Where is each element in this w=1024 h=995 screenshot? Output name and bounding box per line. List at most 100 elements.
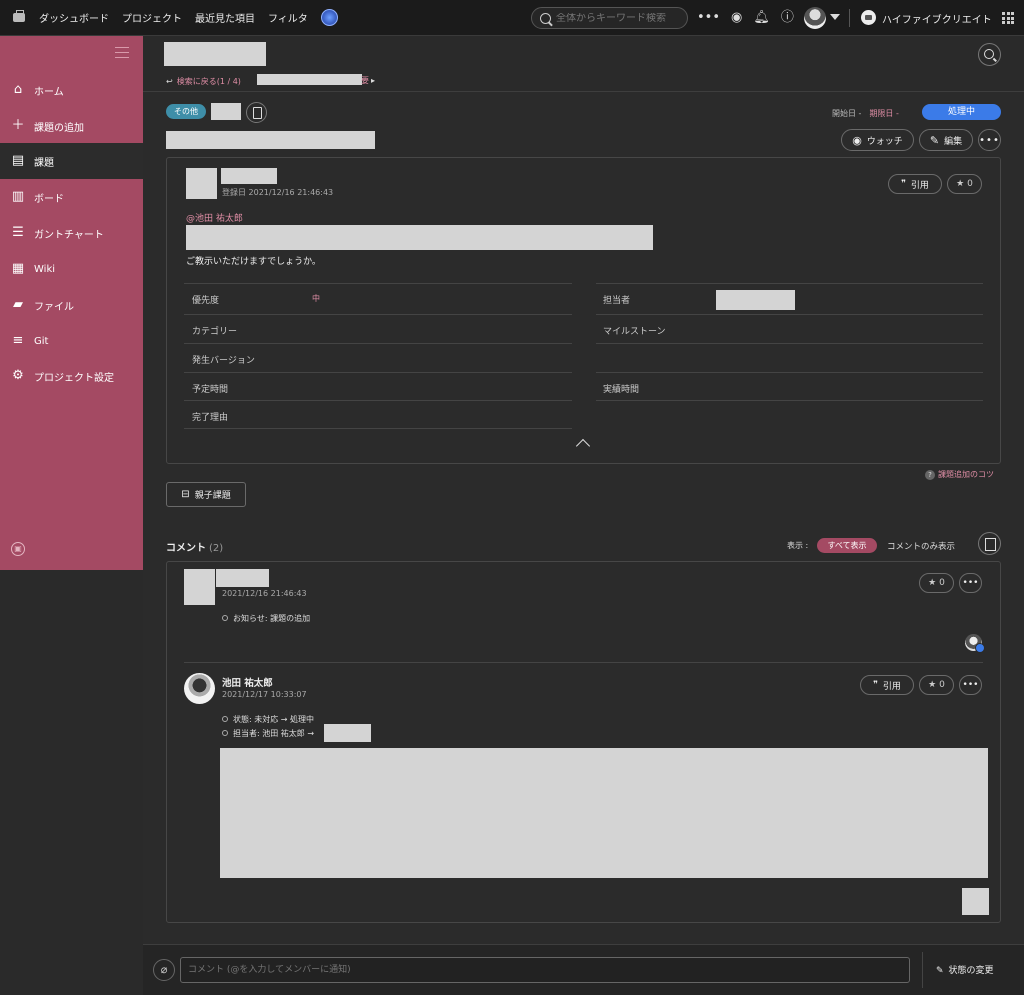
show-comments-only-toggle[interactable]: コメントのみ表示 <box>887 540 955 552</box>
comment-divider <box>184 662 983 663</box>
sidebar-item-label: ファイル <box>34 301 74 313</box>
attr-key: 担当者 <box>603 296 631 306</box>
plus-icon: ＋ <box>11 118 25 133</box>
comment-date: 2021/12/16 21:46:43 <box>222 589 307 598</box>
watch-button[interactable]: ◉ ウォッチ <box>841 129 914 151</box>
nav-dashboard[interactable]: ダッシュボード <box>39 10 109 25</box>
comment-more-button[interactable]: ••• <box>959 573 982 593</box>
search-icon[interactable] <box>978 43 1001 66</box>
attr-milestone: マイルストーン <box>596 314 983 343</box>
edit-button[interactable]: ✎ 編集 <box>919 129 973 151</box>
comment-change-note: お知らせ: 課題の追加 <box>222 613 310 624</box>
description-text: ご教示いただけますでしょうか。 <box>186 257 321 267</box>
sidebar-item-board[interactable]: ▥ ボード <box>0 179 143 215</box>
status-badge[interactable]: 処理中 <box>922 104 1001 120</box>
attr-resolution: 完了理由 <box>184 400 572 429</box>
caret-down-icon[interactable] <box>830 14 840 20</box>
star-icon: ★ <box>928 680 937 690</box>
space-icon[interactable] <box>861 10 876 25</box>
gantt-icon: ☰ <box>12 225 24 240</box>
global-search[interactable] <box>531 7 688 29</box>
globe-icon[interactable] <box>320 9 338 26</box>
mention[interactable]: @池田 祐太郎 <box>186 211 243 224</box>
home-icon: ⌂ <box>13 82 23 97</box>
comments-title: コメント (2) <box>166 539 223 554</box>
note-text: 担当者: 池田 祐太郎 → <box>233 729 315 738</box>
space-name[interactable]: ハイファイブクリエイト <box>882 11 992 26</box>
nav-filter[interactable]: フィルタ <box>268 10 308 25</box>
note-text: お知らせ: 課題の追加 <box>233 614 311 623</box>
nav-recent[interactable]: 最近見た項目 <box>195 10 255 25</box>
star-icon: ★ <box>956 179 965 189</box>
quote-label: 引用 <box>882 681 901 692</box>
play-icon: ▸ <box>371 76 376 85</box>
folder-icon: ▰ <box>13 297 23 312</box>
comment-change-note: 状態: 未対応 → 処理中 <box>222 714 314 725</box>
star-button[interactable]: ★ 0 <box>947 174 982 194</box>
sidebar-item-label: ガントチャート <box>34 229 104 241</box>
sort-order-icon[interactable] <box>978 532 1001 555</box>
comment-more-button[interactable]: ••• <box>959 675 982 695</box>
user-avatar[interactable] <box>804 7 826 29</box>
comment-input[interactable] <box>180 957 910 983</box>
nav-projects[interactable]: プロジェクト <box>122 10 182 25</box>
change-state-button[interactable]: ✎ 状態の変更 <box>936 963 994 976</box>
bullet-icon <box>222 716 228 722</box>
bullet-icon <box>222 730 228 736</box>
copy-icon[interactable] <box>246 102 267 123</box>
project-icon[interactable]: ▣ <box>11 542 25 556</box>
parent-child-button[interactable]: ⊟ 親子課題 <box>166 482 246 507</box>
comment-avatar[interactable] <box>184 673 215 704</box>
global-search-input[interactable] <box>556 12 686 24</box>
paperclip-icon[interactable]: ⌀ <box>153 959 175 981</box>
quote-button[interactable]: ❞ 引用 <box>888 174 942 194</box>
sidebar-item-wiki[interactable]: ▦ Wiki <box>0 251 143 287</box>
more-button[interactable]: ••• <box>978 129 1001 151</box>
comment-star-button[interactable]: ★ 0 <box>919 675 954 695</box>
attr-key: マイルストーン <box>603 327 666 337</box>
sidebar-item-project-settings[interactable]: ⚙ プロジェクト設定 <box>0 358 143 394</box>
sidebar-item-files[interactable]: ▰ ファイル <box>0 287 143 323</box>
attr-key: 発生バージョン <box>192 356 255 366</box>
tips-link[interactable]: ? 課題追加のコツ <box>925 469 994 480</box>
sidebar-item-issues[interactable]: ▤ 課題 <box>0 143 143 179</box>
comments-title-label: コメント <box>166 543 206 554</box>
search-icon <box>540 12 551 24</box>
start-date: 開始日 - <box>832 109 862 118</box>
quote-label: 引用 <box>910 180 929 191</box>
registered-date: 登録日 2021/12/16 21:46:43 <box>222 188 334 197</box>
description-redacted <box>186 225 653 250</box>
comment-change-note: 担当者: 池田 祐太郎 → <box>222 728 314 739</box>
bell-icon[interactable]: 🔔︎ <box>753 9 770 26</box>
sidebar-item-add-issue[interactable]: ＋ 課題の追加 <box>0 108 143 144</box>
help-icon[interactable]: ⓘ <box>781 9 794 26</box>
sidebar-item-label: プロジェクト設定 <box>34 372 114 384</box>
project-header <box>143 36 1024 70</box>
breadcrumb-tail[interactable]: 要 ▸ <box>361 75 375 86</box>
comment-author: 池田 祐太郎 <box>222 678 273 689</box>
watch-label: ウォッチ <box>866 136 903 147</box>
comment-quote-button[interactable]: ❞ 引用 <box>860 675 914 695</box>
edit-label: 編集 <box>944 136 963 147</box>
help-icon: ? <box>925 470 935 480</box>
space-home-icon[interactable] <box>13 10 25 22</box>
attr-actual-hours: 実績時間 <box>596 372 983 401</box>
menu-toggle-icon[interactable] <box>115 47 129 58</box>
sidebar-item-git[interactable]: ≡ Git <box>0 323 143 359</box>
reader-avatar <box>965 634 985 653</box>
parent-child-label: 親子課題 <box>194 491 231 501</box>
attr-blank <box>596 343 983 372</box>
sidebar-item-label: ボード <box>34 193 64 205</box>
more-icon[interactable]: ••• <box>697 9 720 26</box>
sidebar-item-home[interactable]: ⌂ ホーム <box>0 72 143 108</box>
sidebar-item-label: 課題 <box>34 157 54 169</box>
comment-star-button[interactable]: ★ 0 <box>919 573 954 593</box>
show-all-toggle[interactable]: すべて表示 <box>817 538 877 553</box>
hierarchy-icon: ⊟ <box>181 489 190 500</box>
eye-icon[interactable]: ◉ <box>731 9 742 26</box>
sidebar-item-gantt[interactable]: ☰ ガントチャート <box>0 215 143 251</box>
apps-grid-icon[interactable] <box>1002 12 1014 24</box>
list-icon: ▤ <box>11 153 25 168</box>
divider <box>849 9 850 27</box>
back-to-search-link[interactable]: ↩ 検索に戻る(1 / 4) <box>166 76 241 87</box>
